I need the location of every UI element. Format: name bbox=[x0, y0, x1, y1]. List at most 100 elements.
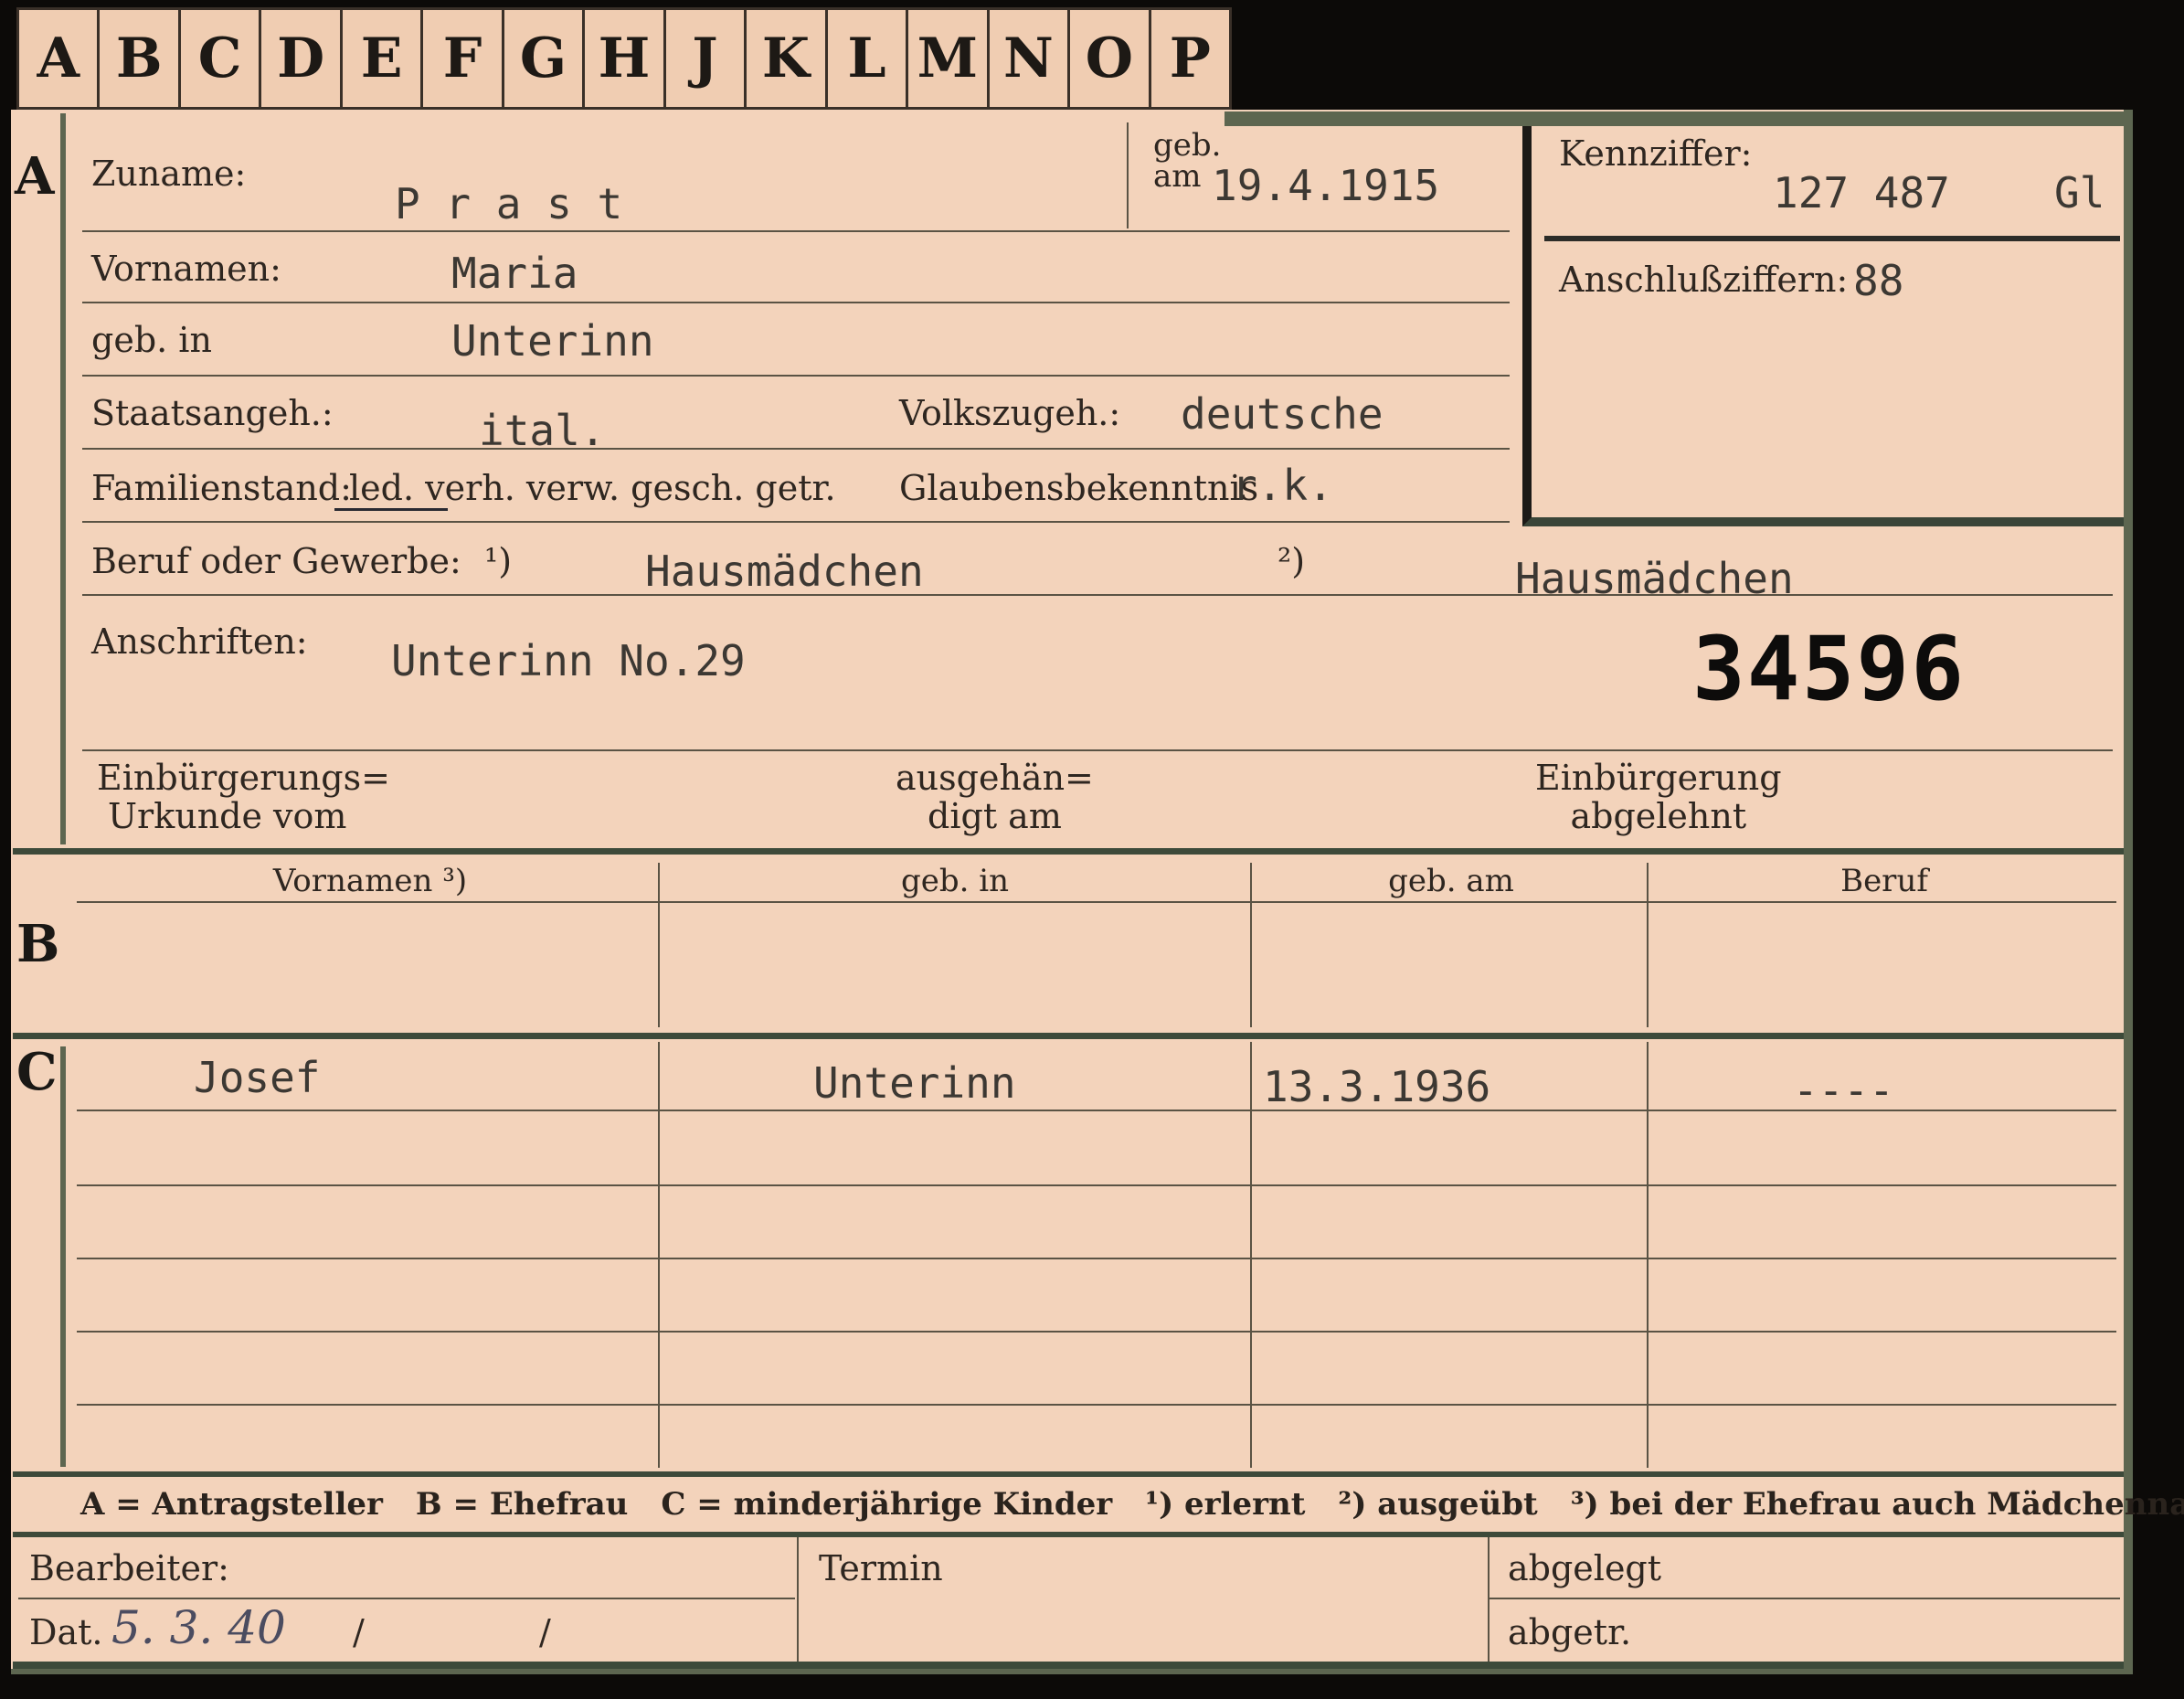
address-value: Unterinn No.29 bbox=[391, 636, 746, 685]
handed-over-label: ausgehän= digt am bbox=[896, 759, 1094, 835]
naturalization-refused-label-line1: Einbürgerung bbox=[1535, 758, 1782, 798]
legend-c: C = minderjährige Kinder bbox=[661, 1486, 1113, 1523]
naturalization-doc-label-line2: Urkunde vom bbox=[108, 796, 347, 836]
date-label: Dat. bbox=[29, 1612, 103, 1652]
section-a-bar bbox=[60, 113, 66, 844]
tab-letter[interactable]: J bbox=[666, 10, 747, 107]
legend-a: A = Antragsteller bbox=[80, 1486, 383, 1523]
section-separator bbox=[13, 848, 2124, 855]
citizenship-label: Staatsangeh.: bbox=[91, 393, 334, 433]
ethnicity-label: Volkszugeh.: bbox=[899, 393, 1121, 433]
legend-note-3: ³) bei der Ehefrau auch Mädchenname bbox=[1570, 1486, 2184, 1523]
row-line bbox=[82, 594, 2113, 596]
tab-letter[interactable]: E bbox=[343, 10, 424, 107]
surname-value: P r a s t bbox=[395, 179, 623, 228]
tab-letter[interactable]: H bbox=[585, 10, 666, 107]
born-on-value: 19.4.1915 bbox=[1212, 161, 1440, 210]
connection-value: 88 bbox=[1853, 256, 1904, 305]
handed-over-label-line2: digt am bbox=[928, 796, 1062, 836]
date-value: 5. 3. 40 bbox=[111, 1601, 286, 1654]
tab-letter[interactable]: A bbox=[19, 10, 101, 107]
surname-label: Zuname: bbox=[91, 154, 247, 194]
religion-value: r.k. bbox=[1232, 461, 1333, 510]
occupation-note-1: ¹) bbox=[484, 541, 513, 581]
occupation-learned-value: Hausmädchen bbox=[645, 547, 924, 596]
tab-letter[interactable]: O bbox=[1070, 10, 1151, 107]
child-occupation: ---- bbox=[1793, 1066, 1894, 1115]
tab-letter[interactable]: K bbox=[747, 10, 828, 107]
letter-index-tabs: A B C D E F G H J K L M N O P bbox=[16, 7, 1232, 110]
clerk-label: Bearbeiter: bbox=[29, 1548, 229, 1588]
handed-over-label-line1: ausgehän= bbox=[896, 758, 1094, 798]
row-line bbox=[18, 1598, 795, 1599]
code-suffix: Gl bbox=[2054, 168, 2105, 218]
col-line bbox=[1250, 863, 1252, 1027]
section-b-marker: B bbox=[16, 914, 60, 974]
legend: A = Antragsteller B = Ehefrau C = minder… bbox=[80, 1486, 2184, 1523]
row-line bbox=[82, 521, 1510, 523]
child-born-on: 13.3.1936 bbox=[1263, 1062, 1491, 1111]
born-in-label: geb. in bbox=[91, 320, 212, 360]
naturalization-refused-label: Einbürgerung abgelehnt bbox=[1535, 759, 1782, 835]
first-names-value: Maria bbox=[451, 249, 578, 298]
connection-label: Anschlußziffern: bbox=[1559, 260, 1849, 300]
date-slash: / bbox=[539, 1612, 551, 1652]
col-line bbox=[797, 1537, 799, 1662]
divider bbox=[1127, 122, 1129, 228]
col-line bbox=[1488, 1537, 1490, 1662]
section-separator bbox=[13, 1033, 2124, 1039]
tab-letter[interactable]: P bbox=[1151, 10, 1229, 107]
section-separator bbox=[13, 1532, 2124, 1537]
row-line bbox=[82, 448, 1510, 450]
tab-letter[interactable]: C bbox=[181, 10, 262, 107]
row-line bbox=[82, 230, 1510, 232]
first-names-label: Vornamen: bbox=[91, 249, 281, 289]
tab-letter[interactable]: G bbox=[504, 10, 586, 107]
occupation-note-2: ²) bbox=[1278, 541, 1306, 581]
row-line bbox=[1490, 1598, 2120, 1599]
bottom-border bbox=[13, 1662, 2124, 1669]
spouse-header-first-names: Vornamen ³) bbox=[272, 863, 468, 899]
marital-status-label: Familienstand: bbox=[91, 468, 352, 508]
tab-letter[interactable]: D bbox=[261, 10, 343, 107]
code-value: 127 487 bbox=[1773, 168, 1950, 218]
naturalization-doc-label-line1: Einbürgerungs= bbox=[97, 758, 390, 798]
date-slash: / bbox=[353, 1612, 365, 1652]
section-separator bbox=[13, 1471, 2124, 1477]
religion-label: Glaubensbekenntnis bbox=[899, 468, 1259, 508]
child-born-in: Unterinn bbox=[813, 1058, 1016, 1108]
row-line bbox=[82, 749, 2113, 751]
spouse-header-born-on: geb. am bbox=[1388, 863, 1514, 899]
row-line bbox=[77, 901, 2116, 903]
code-label: Kennziffer: bbox=[1559, 133, 1753, 174]
spouse-header-born-in: geb. in bbox=[900, 863, 1010, 899]
section-c-marker: C bbox=[16, 1042, 58, 1102]
row-line bbox=[77, 1184, 2116, 1186]
id-box-divider bbox=[1544, 236, 2120, 241]
tab-letter[interactable]: L bbox=[828, 10, 909, 107]
child-first-name: Josef bbox=[194, 1053, 321, 1102]
marital-status-options: led. verh. verw. gesch. getr. bbox=[349, 468, 836, 508]
marital-status-underline bbox=[334, 508, 448, 511]
tab-letter[interactable]: F bbox=[423, 10, 504, 107]
col-line bbox=[658, 863, 660, 1027]
row-line bbox=[77, 1331, 2116, 1333]
section-c-bar bbox=[60, 1046, 66, 1467]
row-line bbox=[82, 375, 1510, 377]
row-line bbox=[77, 1404, 2116, 1406]
legend-note-1: ¹) erlernt bbox=[1145, 1486, 1306, 1523]
tab-letter[interactable]: M bbox=[908, 10, 990, 107]
col-line bbox=[1647, 863, 1649, 1027]
address-label: Anschriften: bbox=[91, 621, 308, 662]
legend-note-2: ²) ausgeübt bbox=[1338, 1486, 1538, 1523]
born-in-value: Unterinn bbox=[451, 316, 654, 366]
row-line bbox=[82, 302, 1510, 303]
separated-label: abgetr. bbox=[1508, 1612, 1632, 1652]
tab-letter[interactable]: B bbox=[100, 10, 181, 107]
filed-label: abgelegt bbox=[1508, 1548, 1662, 1588]
naturalization-doc-label: Einbürgerungs= Urkunde vom bbox=[97, 759, 390, 835]
ethnicity-value: deutsche bbox=[1181, 389, 1384, 439]
spouse-header-occupation: Beruf bbox=[1840, 863, 1928, 899]
stamp-number: 34596 bbox=[1692, 618, 1966, 720]
tab-letter[interactable]: N bbox=[990, 10, 1071, 107]
